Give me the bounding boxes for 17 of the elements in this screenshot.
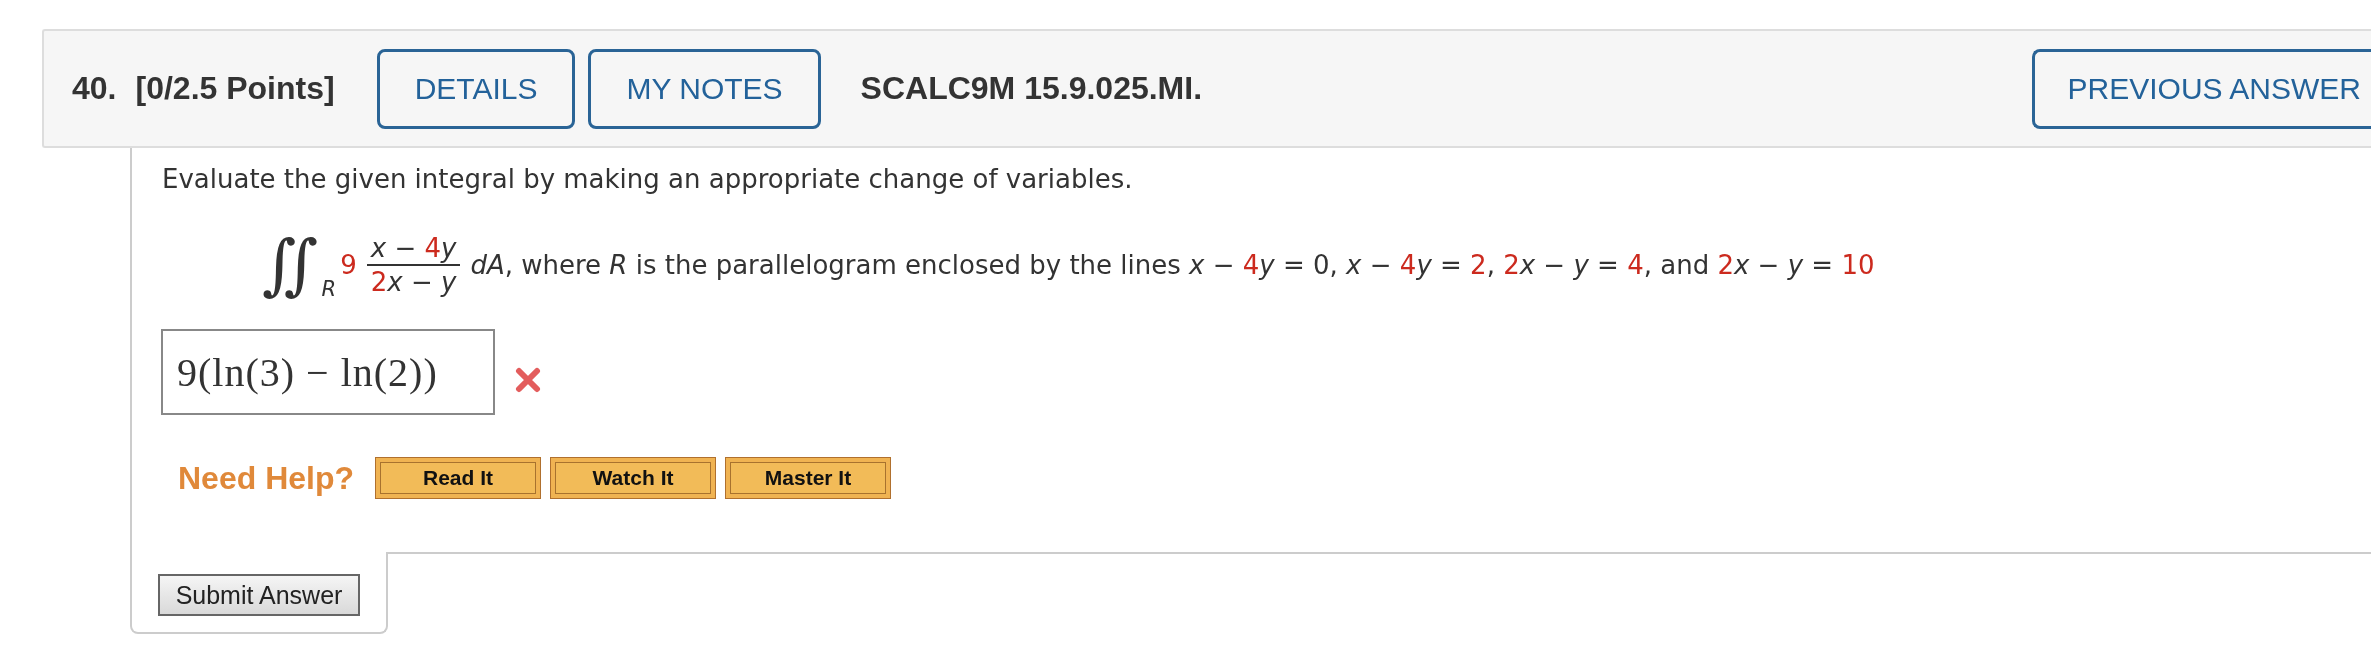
points-label: [0/2.5 Points]: [135, 70, 335, 107]
previous-answers-button[interactable]: PREVIOUS ANSWER: [2031, 48, 2371, 129]
coefficient: 9: [340, 250, 357, 280]
help-button[interactable]: Read It: [375, 457, 542, 499]
answer-field[interactable]: 9(ln(3) − ln(2)): [161, 329, 495, 415]
help-button[interactable]: Master It: [725, 457, 892, 499]
need-help-label: Need Help?: [178, 459, 355, 497]
question-code: SCALC9M 15.9.025.MI.: [860, 70, 1203, 107]
header-button[interactable]: MY NOTES: [588, 48, 821, 129]
fraction-numerator: x − 4y: [369, 232, 458, 264]
problem-condition: dA, where R is the parallelogram enclosed by the lines x − 4y = 0, x − 4y = 2, 2x − y = 4, and 2x − y = 10: [470, 250, 1875, 280]
submit-answer-button[interactable]: Submit Answer: [158, 574, 360, 616]
header-button[interactable]: DETAILS: [376, 48, 576, 129]
fraction-denominator: 2x − y: [369, 266, 458, 298]
help-button[interactable]: Watch It: [550, 457, 717, 499]
question-number: 40.: [72, 70, 117, 107]
question-prompt: Evaluate the given integral by making an appropriate change of variables.: [162, 163, 1133, 195]
